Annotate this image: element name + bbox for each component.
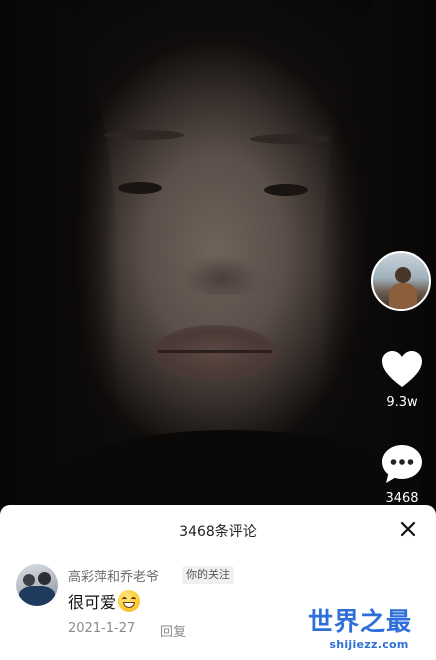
heart-icon [382,351,422,387]
comments-title: 3468条评论 [179,524,257,540]
lips [152,325,278,381]
grinning-face-icon [118,590,141,612]
watermark-main: 世界之最 [308,607,413,636]
right-eye [264,184,308,196]
comment-count: 3468 [385,491,419,506]
avatar-person-2 [38,572,51,585]
like-count: 9.3w [386,395,418,410]
creator-avatar[interactable] [371,251,431,311]
comment-button[interactable]: 3468 [375,443,429,506]
avatar-bodies [19,586,55,606]
hair-left [0,0,120,510]
avatar-person-1 [23,574,35,586]
comment-text: 很可爱 [68,593,117,612]
left-eye [118,182,162,194]
lip-line [158,350,272,353]
nose [182,255,262,295]
close-icon[interactable] [398,519,418,539]
hair-right [320,0,436,510]
watermark-sub: shijiezz.com [329,638,409,651]
video-player[interactable] [0,0,436,510]
site-watermark: 世界之最 shijiezz.com [308,602,430,656]
comment-date: 2021-1-27 [68,621,136,636]
right-eyebrow [250,134,330,144]
comment-bubble-icon [382,445,422,483]
comment-text-row: 很可爱 [68,589,141,613]
following-badge: 你的关注 [182,566,234,584]
avatar-figure-body [389,283,417,309]
like-button[interactable]: 9.3w [375,349,429,410]
reply-button[interactable]: 回复 [160,621,186,640]
left-eyebrow [104,130,184,140]
commenter-avatar[interactable] [16,564,58,606]
avatar-figure-head [395,267,411,283]
commenter-name[interactable]: 高彩萍和乔老爷 [68,566,159,585]
